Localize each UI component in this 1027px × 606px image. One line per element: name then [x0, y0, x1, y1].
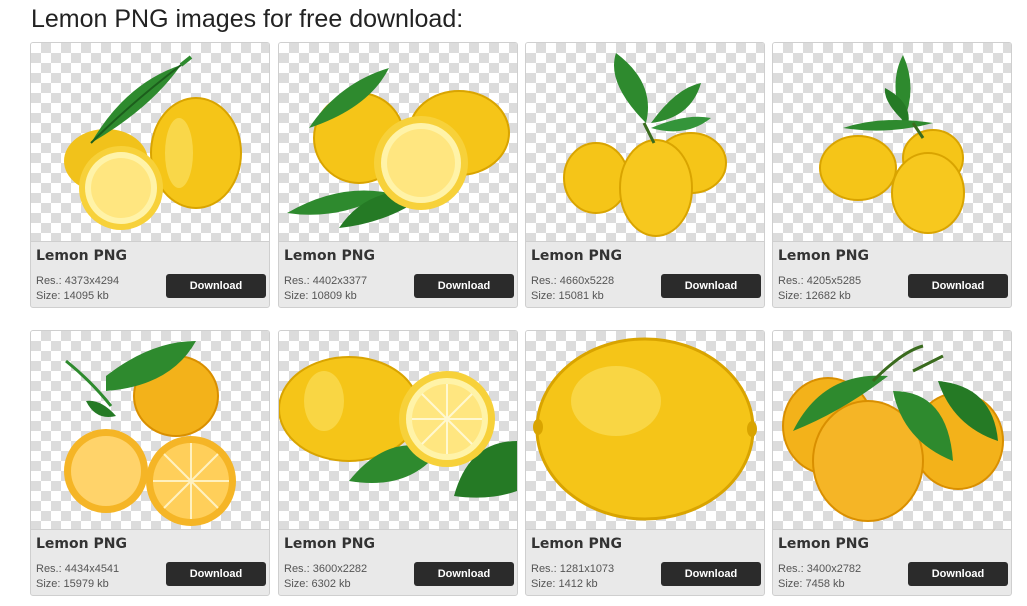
resolution-text: Res.: 4373x4294	[36, 275, 120, 287]
image-thumbnail[interactable]	[279, 43, 517, 242]
download-button[interactable]: Download	[166, 274, 266, 298]
image-card: Lemon PNG Res.: 3600x2282 Size: 6302 kb …	[278, 330, 518, 596]
card-title: Lemon PNG	[36, 536, 127, 552]
image-meta: Res.: 4660x5228 Size: 15081 kb	[531, 274, 614, 304]
wet-lemons-leaves-icon	[782, 344, 1004, 522]
image-meta: Res.: 4434x4541 Size: 15979 kb	[36, 562, 119, 592]
image-meta: Res.: 4402x3377 Size: 10809 kb	[284, 274, 367, 304]
file-size-text: Size: 14095 kb	[36, 290, 109, 302]
download-button[interactable]: Download	[661, 562, 761, 586]
image-card: Lemon PNG Res.: 1281x1073 Size: 1412 kb …	[525, 330, 765, 596]
image-meta: Res.: 3400x2782 Size: 7458 kb	[778, 562, 861, 592]
lemon-halves-leaf-icon	[64, 55, 242, 230]
card-title: Lemon PNG	[284, 536, 375, 552]
file-size-text: Size: 15979 kb	[36, 578, 109, 590]
file-size-text: Size: 15081 kb	[531, 290, 604, 302]
image-thumbnail[interactable]	[773, 331, 1011, 530]
download-button[interactable]: Download	[166, 562, 266, 586]
card-title: Lemon PNG	[36, 248, 127, 264]
resolution-text: Res.: 3400x2782	[778, 563, 862, 575]
card-title: Lemon PNG	[778, 248, 869, 264]
lemon-cluster-leaves-icon	[819, 55, 965, 234]
card-title: Lemon PNG	[531, 536, 622, 552]
lemons-slice-leaves-icon	[287, 68, 510, 228]
image-meta: Res.: 1281x1073 Size: 1412 kb	[531, 562, 614, 592]
card-title: Lemon PNG	[531, 248, 622, 264]
download-button[interactable]: Download	[908, 274, 1008, 298]
file-size-text: Size: 12682 kb	[778, 290, 851, 302]
image-grid: Lemon PNG Res.: 4373x4294 Size: 14095 kb…	[30, 42, 1016, 606]
download-button[interactable]: Download	[661, 274, 761, 298]
image-thumbnail[interactable]	[31, 43, 269, 242]
resolution-text: Res.: 3600x2282	[284, 563, 368, 575]
lemon-half-leaves-icon	[279, 356, 517, 498]
whole-lemon-icon	[533, 337, 757, 521]
resolution-text: Res.: 4660x5228	[531, 275, 615, 287]
download-button[interactable]: Download	[414, 274, 514, 298]
file-size-text: Size: 1412 kb	[531, 578, 598, 590]
lemon-bunch-leaves-icon	[563, 53, 727, 237]
image-card: Lemon PNG Res.: 4402x3377 Size: 10809 kb…	[278, 42, 518, 308]
download-button[interactable]: Download	[414, 562, 514, 586]
card-title: Lemon PNG	[284, 248, 375, 264]
file-size-text: Size: 7458 kb	[778, 578, 845, 590]
image-thumbnail[interactable]	[279, 331, 517, 530]
image-meta: Res.: 4373x4294 Size: 14095 kb	[36, 274, 119, 304]
page-title: Lemon PNG images for free download:	[31, 5, 464, 33]
image-card: Lemon PNG Res.: 3400x2782 Size: 7458 kb …	[772, 330, 1012, 596]
resolution-text: Res.: 1281x1073	[531, 563, 615, 575]
image-thumbnail[interactable]	[526, 43, 764, 242]
file-size-text: Size: 10809 kb	[284, 290, 357, 302]
image-card: Lemon PNG Res.: 4373x4294 Size: 14095 kb…	[30, 42, 270, 308]
image-thumbnail[interactable]	[526, 331, 764, 530]
image-card: Lemon PNG Res.: 4660x5228 Size: 15081 kb…	[525, 42, 765, 308]
image-meta: Res.: 3600x2282 Size: 6302 kb	[284, 562, 367, 592]
image-meta: Res.: 4205x5285 Size: 12682 kb	[778, 274, 861, 304]
orange-lemon-halves-icon	[64, 341, 236, 526]
resolution-text: Res.: 4402x3377	[284, 275, 368, 287]
resolution-text: Res.: 4205x5285	[778, 275, 862, 287]
resolution-text: Res.: 4434x4541	[36, 563, 120, 575]
image-thumbnail[interactable]	[773, 43, 1011, 242]
file-size-text: Size: 6302 kb	[284, 578, 351, 590]
card-title: Lemon PNG	[778, 536, 869, 552]
image-card: Lemon PNG Res.: 4205x5285 Size: 12682 kb…	[772, 42, 1012, 308]
image-card: Lemon PNG Res.: 4434x4541 Size: 15979 kb…	[30, 330, 270, 596]
download-button[interactable]: Download	[908, 562, 1008, 586]
image-thumbnail[interactable]	[31, 331, 269, 530]
